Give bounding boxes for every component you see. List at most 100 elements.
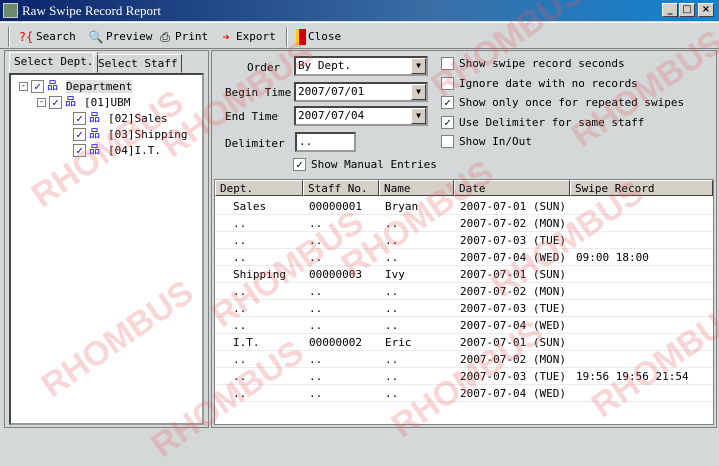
org-chart-icon: 品 [47,79,58,92]
table-cell: 2007-07-04 (WED) [460,387,566,400]
tree-node[interactable]: ✓ 品 [04]I.T. [73,142,161,158]
show-manual-entries-checkbox[interactable]: ✓ Show Manual Entries [293,158,437,171]
table-row[interactable]: ...... 2007-07-03 (TUE) [215,232,713,249]
column-header[interactable]: Dept. [215,180,303,196]
minimize-button[interactable]: _ [662,3,678,17]
table-row[interactable]: ...... 2007-07-03 (TUE) 19:56 19:56 21:54 [215,368,713,385]
checkbox-icon[interactable]: ✓ [73,127,86,141]
option-checkbox[interactable]: Show In/Out [441,135,532,148]
option-checkbox[interactable]: ✓ Show only once for repeated swipes [441,96,684,109]
search-button[interactable]: ?{Search [18,27,76,47]
preview-icon: 🔍 [88,30,104,44]
preview-button[interactable]: 🔍 Preview [88,27,153,47]
begin-time-picker[interactable]: 2007/07/01 ▼ [294,82,428,102]
collapse-icon[interactable]: - [37,97,46,107]
org-chart-icon: 品 [89,111,100,124]
table-cell: .. [233,302,247,315]
column-header[interactable]: Date [454,180,570,196]
print-button[interactable]: ⎙ Print [157,27,208,47]
table-cell: .. [385,302,399,315]
chevron-down-icon[interactable]: ▼ [411,84,426,100]
swipe-record-table: Dept. Staff No. Name Date Swipe Record Sales 0… [214,179,714,425]
table-row[interactable]: I.T. 00000002 Eric 2007-07-01 (SUN) [215,334,713,351]
table-cell: .. [385,251,399,264]
department-tree[interactable]: - ✓ 品 Department - ✓ 品 [01]UBM ✓ 品 [02]Sales ✓ 品 [03]… [9,73,204,425]
table-cell: .. [233,353,247,366]
checkbox-icon[interactable]: ✓ [73,143,86,157]
table-cell: 2007-07-02 (MON) [460,285,566,298]
toolbar: ?{Search 🔍 Preview ⎙ Print ➔ Export Close [0,22,719,49]
checkbox-icon: ✓ [441,115,454,129]
table-cell: 2007-07-04 (WED) [460,251,566,264]
table-cell: 2007-07-02 (MON) [460,353,566,366]
table-cell: 09:00 18:00 [576,251,649,264]
collapse-icon[interactable]: - [19,81,28,91]
delimiter-label: Delimiter [225,137,285,150]
title-bar: Raw Swipe Record Report [0,0,719,21]
begin-time-label: Begin Time [225,86,292,99]
close-button[interactable]: Close [296,27,341,47]
chevron-down-icon[interactable]: ▼ [411,58,426,74]
search-icon: ?{ [18,30,34,44]
table-row[interactable]: Sales 00000001 Bryan 2007-07-01 (SUN) [215,198,713,215]
table-cell: .. [233,217,247,230]
table-cell: Eric [385,336,412,349]
checkbox-icon[interactable]: ✓ [31,79,44,93]
table-row[interactable]: ...... 2007-07-03 (TUE) [215,300,713,317]
column-header[interactable]: Name [379,180,454,196]
end-time-label: End Time [225,110,278,123]
end-time-picker[interactable]: 2007/07/04 ▼ [294,106,428,126]
export-button[interactable]: ➔ Export [218,27,275,47]
checkbox-icon: ✓ [441,96,454,109]
maximize-button[interactable]: □ [679,3,695,17]
table-cell: .. [385,217,399,230]
tab-select-dept[interactable]: Select Dept. [9,52,99,73]
table-row[interactable]: Shipping 00000003 Ivy 2007-07-01 (SUN) [215,266,713,283]
checkbox-icon[interactable]: ✓ [49,95,62,109]
checkbox-icon [441,57,454,70]
order-label: Order [247,61,281,74]
tree-node[interactable]: - ✓ 品 Department [19,78,133,94]
export-icon: ➔ [222,30,230,44]
table-row[interactable]: ...... 2007-07-04 (WED) [215,385,713,402]
table-cell: .. [309,285,323,298]
printer-icon: ⎙ [160,30,170,44]
delimiter-input[interactable]: .. [295,132,356,152]
table-cell: .. [385,319,399,332]
checkbox-icon[interactable]: ✓ [73,111,86,125]
table-cell: 2007-07-04 (WED) [460,319,566,332]
tree-node[interactable]: ✓ 品 [02]Sales [73,110,168,126]
window-title: Raw Swipe Record Report [22,3,162,18]
table-cell: .. [309,370,323,383]
option-checkbox[interactable]: Show swipe record seconds [441,57,625,70]
door-icon [296,29,306,45]
tree-node[interactable]: - ✓ 品 [01]UBM [37,94,130,110]
close-window-button[interactable]: × [698,3,714,17]
table-row[interactable]: ...... 2007-07-04 (WED) [215,317,713,334]
table-cell: .. [385,387,399,400]
tab-select-staff[interactable]: Select Staff [93,54,183,73]
table-cell: .. [385,370,399,383]
table-cell: Sales [233,200,267,213]
table-row[interactable]: ...... 2007-07-02 (MON) [215,283,713,300]
table-cell: 2007-07-02 (MON) [460,217,566,230]
option-checkbox[interactable]: Ignore date with no records [441,76,638,90]
app-icon [3,3,18,18]
table-cell: .. [233,251,247,264]
tree-node[interactable]: ✓ 品 [03]Shipping [73,126,187,142]
chevron-down-icon[interactable]: ▼ [411,108,426,124]
table-cell: 2007-07-03 (TUE) [460,302,566,315]
table-cell: .. [233,387,247,400]
table-cell: .. [385,285,399,298]
table-row[interactable]: ...... 2007-07-02 (MON) [215,215,713,232]
table-row[interactable]: ...... 2007-07-02 (MON) [215,351,713,368]
table-cell: .. [233,319,247,332]
option-checkbox[interactable]: ✓ Use Delimiter for same staff [441,115,644,129]
order-select[interactable]: By Dept. ▼ [294,56,428,76]
table-cell: 2007-07-03 (TUE) [460,370,566,383]
column-header[interactable]: Staff No. [303,180,379,196]
table-cell: 2007-07-01 (SUN) [460,268,566,281]
table-cell: .. [233,234,247,247]
column-header[interactable]: Swipe Record [570,180,713,196]
table-row[interactable]: ...... 2007-07-04 (WED) 09:00 18:00 [215,249,713,266]
